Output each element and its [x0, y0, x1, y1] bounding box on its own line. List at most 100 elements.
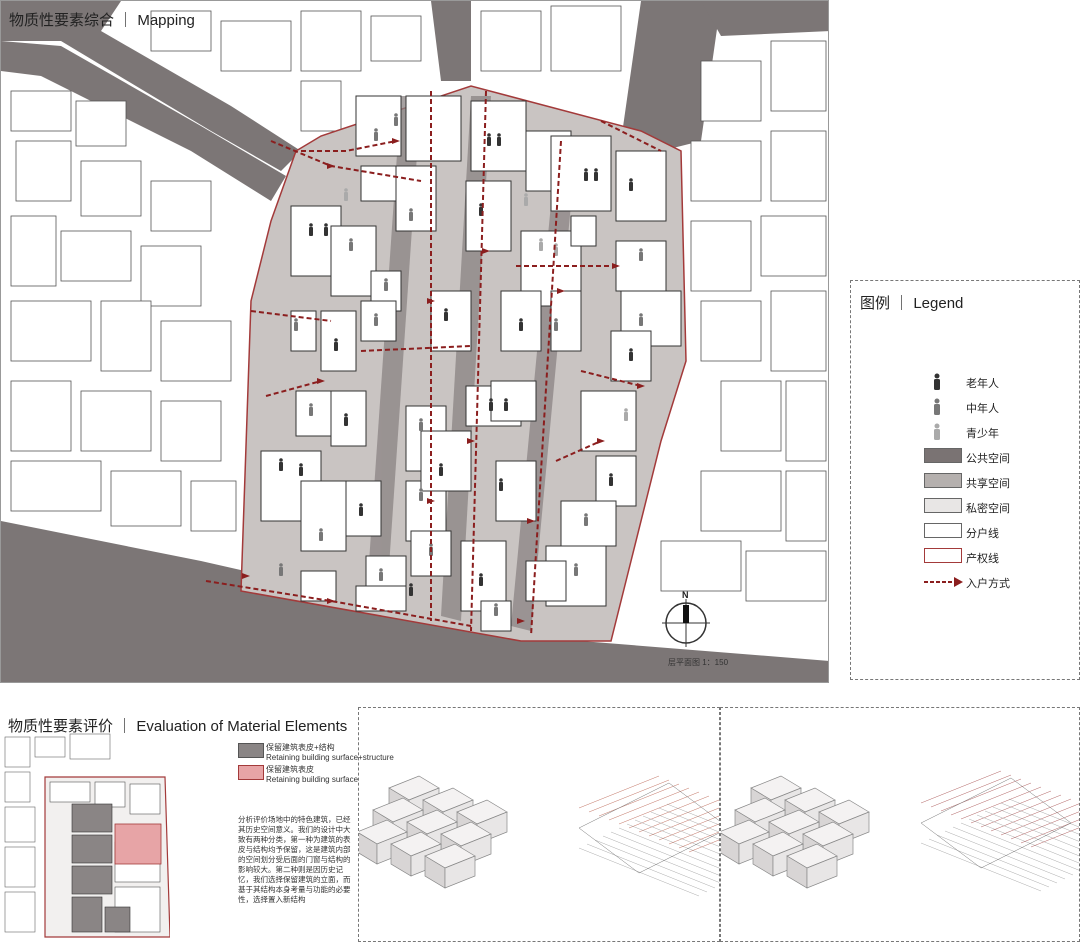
- person-icon: [409, 583, 413, 596]
- site-block: [580, 390, 637, 452]
- north-label: N: [682, 590, 689, 600]
- legend-item: 入户方式: [851, 573, 1080, 593]
- axon-structure-2: [920, 770, 1080, 892]
- structure-line: [992, 806, 1080, 843]
- person-icon: [487, 133, 491, 146]
- person-icon: [324, 223, 328, 236]
- person-icon: [344, 188, 348, 201]
- person-icon: [629, 178, 633, 191]
- person-icon: [934, 398, 940, 415]
- north-arrow: [662, 599, 710, 647]
- person-icon: [594, 168, 598, 181]
- person-icon: [344, 413, 348, 426]
- structure-line: [976, 814, 1080, 857]
- legend-label: 青少年: [966, 428, 999, 440]
- legend-panel: 图例 ｜ Legend 老年人 中年人 青少年 公共空间 共享空间 私密空间 分户线 产权线入…: [850, 280, 1080, 680]
- legend-label: 入户方式: [966, 578, 1010, 590]
- structure-line: [1020, 819, 1080, 844]
- legend-swatch: [924, 498, 962, 513]
- person-icon: [279, 563, 283, 576]
- person-icon: [574, 563, 578, 576]
- person-icon: [299, 463, 303, 476]
- site-block: [300, 480, 347, 552]
- site-block: [465, 180, 512, 252]
- person-icon: [524, 193, 528, 206]
- eval-legend-1-cn: 保留建筑表皮+结构: [266, 743, 335, 752]
- structure-line: [594, 839, 716, 889]
- person-icon: [419, 418, 423, 431]
- site-block: [420, 430, 472, 492]
- person-icon: [504, 398, 508, 411]
- site-block: [300, 570, 337, 602]
- person-icon: [497, 133, 501, 146]
- axon-diagrams-1: [356, 775, 788, 897]
- legend-item: 青少年: [851, 423, 1080, 443]
- person-icon: [279, 458, 283, 471]
- axon-diagrams-2: [718, 770, 1080, 892]
- site-block: [360, 300, 397, 342]
- person-icon: [359, 503, 363, 516]
- legend-swatch: [924, 473, 962, 488]
- person-icon: [624, 408, 628, 421]
- eval-legend-2-cn: 保留建筑表皮: [266, 765, 314, 774]
- person-icon: [539, 238, 543, 251]
- site-block: [490, 380, 537, 422]
- axon-panel-2: [718, 707, 1080, 942]
- structure-line: [1008, 798, 1080, 828]
- site-block: [595, 455, 637, 507]
- legend-label: 产权线: [966, 553, 999, 565]
- structure-line: [928, 838, 1050, 888]
- structure-line: [930, 774, 1012, 808]
- evaluation-site-plan: [4, 733, 170, 938]
- person-icon: [374, 313, 378, 326]
- mapping-title: 物质性要素综合 ｜ Mapping: [9, 12, 195, 29]
- legend-label: 分户线: [966, 528, 999, 540]
- structure-line: [944, 830, 1066, 880]
- site-block: [345, 480, 382, 537]
- person-icon: [554, 318, 558, 331]
- person-icon: [934, 423, 940, 440]
- legend-item: 共享空间: [851, 473, 1080, 493]
- site-block: [330, 390, 367, 447]
- evaluation-panel: 物质性要素评价 ｜ Evaluation of Material Element…: [0, 707, 1080, 942]
- person-icon: [309, 403, 313, 416]
- person-icon: [519, 318, 523, 331]
- site-block: [355, 95, 402, 157]
- person-icon: [494, 603, 498, 616]
- structure-line: [602, 835, 724, 885]
- structure-line: [952, 826, 1074, 876]
- person-icon: [319, 528, 323, 541]
- legend-item: 分户线: [851, 523, 1080, 543]
- person-icon: [629, 348, 633, 361]
- site-block: [330, 225, 377, 297]
- legend-label: 公共空间: [966, 453, 1010, 465]
- person-icon: [584, 513, 588, 526]
- legend-item: 公共空间: [851, 448, 1080, 468]
- person-icon: [374, 128, 378, 141]
- axon-structure-1: [578, 775, 788, 897]
- site-block: [560, 500, 617, 547]
- person-icon: [439, 463, 443, 476]
- site-block: [570, 215, 597, 247]
- person-icon: [639, 248, 643, 261]
- site-block: [525, 560, 567, 602]
- person-icon: [349, 238, 353, 251]
- evaluation-description: 分析评价场地中的特色建筑，已经其历史空间意义。我们的设计中大致有两种分类，第一种…: [238, 815, 351, 904]
- eval-legend-2-en: Retaining building surface: [266, 775, 359, 784]
- person-icon: [444, 308, 448, 321]
- legend-label: 私密空间: [966, 503, 1010, 515]
- axon-panel-1: [356, 707, 788, 942]
- person-icon: [639, 313, 643, 326]
- legend-list: 老年人 中年人 青少年 公共空间 共享空间 私密空间 分户线 产权线 入户方式: [851, 373, 1080, 633]
- entry-arrow-icon: [924, 577, 963, 587]
- person-icon: [479, 573, 483, 586]
- eval-legend-swatch-2: [238, 765, 264, 780]
- site-block: [430, 290, 472, 352]
- axon-solid-1: [356, 775, 508, 889]
- legend-swatch: [924, 448, 962, 463]
- legend-item: 中年人: [851, 398, 1080, 418]
- person-icon: [609, 473, 613, 486]
- legend-swatch: [924, 523, 962, 538]
- person-icon: [294, 318, 298, 331]
- scale-note: 层平面图 1：150: [668, 658, 729, 667]
